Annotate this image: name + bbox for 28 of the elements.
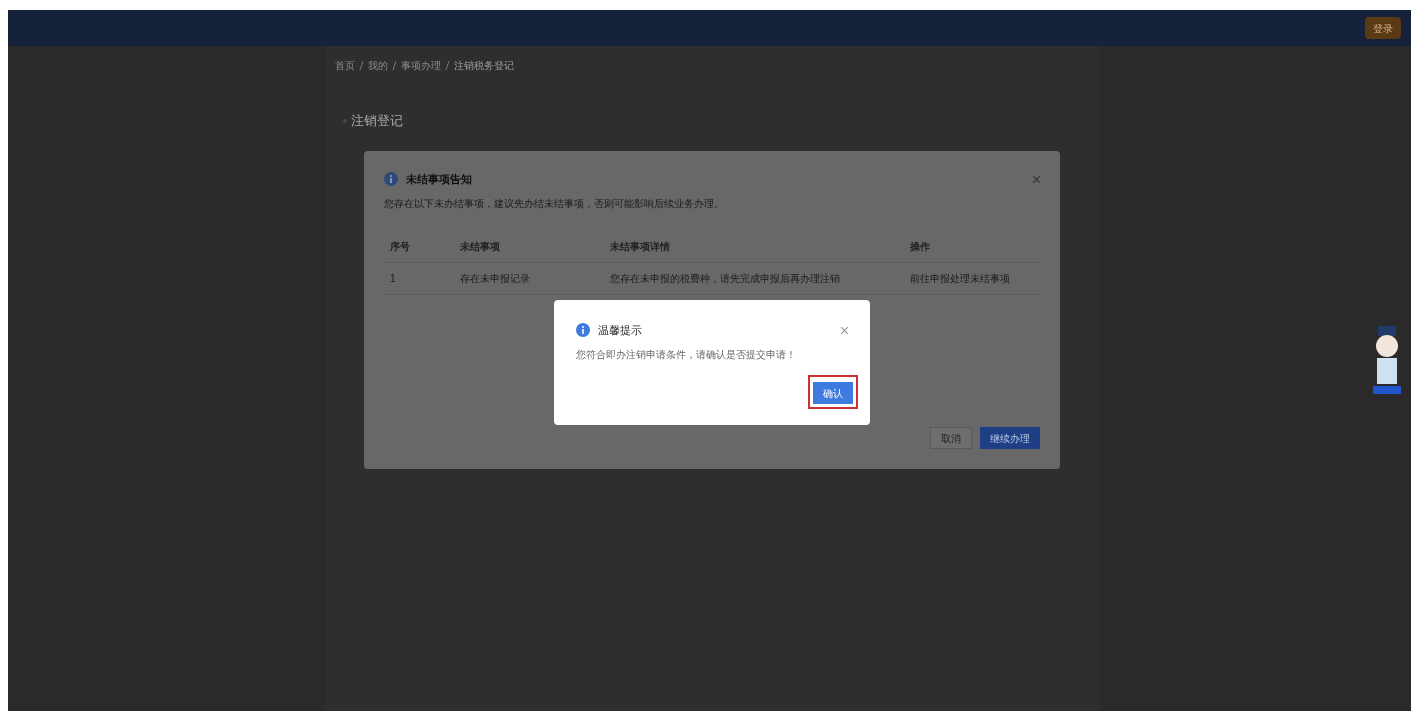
info-icon — [384, 172, 398, 187]
cancel-button[interactable]: 取消 — [930, 427, 972, 449]
separator-icon — [359, 61, 364, 70]
section-title: 注销登记 — [351, 112, 403, 130]
breadcrumb-link[interactable]: 事项办理 — [401, 58, 441, 73]
breadcrumb-link[interactable]: 首页 — [335, 58, 355, 73]
dialog-title: 未结事项告知 — [406, 172, 472, 187]
confirm-button[interactable]: 确认 — [813, 382, 853, 404]
separator-icon — [445, 61, 450, 70]
table-cell: 前往申报处理未结事项 — [904, 262, 1040, 294]
dialog-description: 您存在以下未办结事项，建议先办结未结事项，否则可能影响后续业务办理。 — [384, 196, 725, 211]
breadcrumb-link[interactable]: 我的 — [368, 58, 388, 73]
info-icon — [576, 323, 590, 338]
column-header: 操作 — [904, 230, 1040, 262]
column-header: 未结事项 — [454, 230, 604, 262]
separator-icon — [392, 61, 397, 70]
continue-button[interactable]: 继续办理 — [980, 427, 1040, 449]
column-header: 未结事项详情 — [604, 230, 904, 262]
dialog-message: 您符合即办注销申请条件，请确认是否提交申请！ — [576, 347, 797, 362]
breadcrumb-link[interactable]: 注销税务登记 — [454, 58, 514, 73]
column-header: 序号 — [384, 230, 454, 262]
close-icon[interactable] — [841, 326, 848, 334]
table-cell: 您存在未申报的税费种，请先完成申报后再办理注销 — [604, 262, 904, 294]
close-icon[interactable] — [1033, 175, 1040, 183]
dialog-title: 温馨提示 — [598, 323, 642, 338]
table-cell: 1 — [384, 262, 454, 294]
table-cell: 存在未申报记录 — [454, 262, 604, 294]
login-button[interactable]: 登录 — [1365, 17, 1401, 39]
